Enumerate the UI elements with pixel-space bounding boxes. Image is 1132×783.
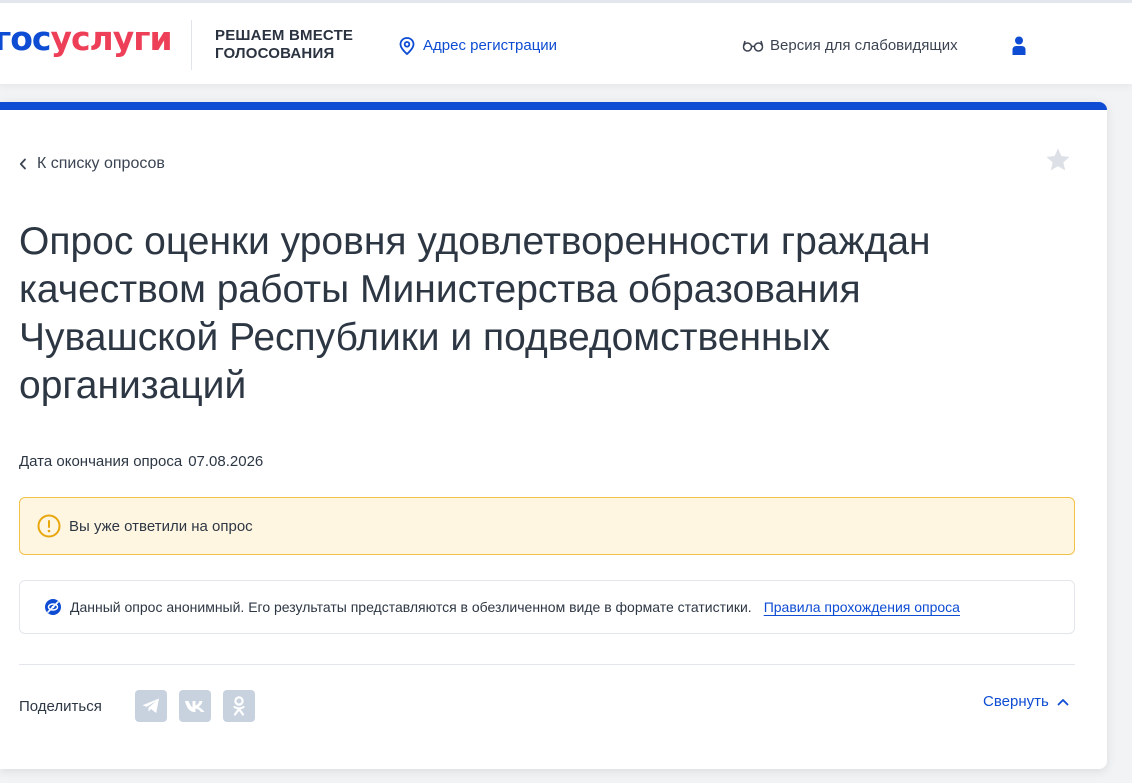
project-name-line-2: ГОЛОСОВАНИЯ	[215, 45, 335, 62]
collapse-label: Свернуть	[983, 693, 1049, 710]
address-label: Адрес регистрации	[423, 37, 558, 54]
project-name[interactable]: РЕШАЕМ ВМЕСТЕ ГОЛОСОВАНИЯ	[215, 27, 353, 63]
survey-card: К списку опросов Опрос оценки уровня удо…	[0, 102, 1107, 769]
user-icon[interactable]	[1009, 35, 1029, 57]
logo-divider	[191, 20, 192, 70]
share-telegram-button[interactable]	[135, 690, 167, 722]
gosuslugi-logo[interactable]: госуслуги	[0, 17, 173, 61]
odnoklassniki-icon	[233, 696, 245, 716]
end-date-value: 07.08.2026	[188, 453, 264, 470]
already-answered-alert: Вы уже ответили на опрос	[19, 497, 1075, 555]
info-text: Данный опрос анонимный. Его результаты п…	[70, 599, 752, 615]
share-vk-button[interactable]	[179, 690, 211, 722]
anonymous-info: Данный опрос анонимный. Его результаты п…	[19, 580, 1075, 634]
exclamation-circle-icon	[37, 514, 61, 538]
end-date-label: Дата окончания опроса	[19, 453, 183, 470]
share-odnoklassniki-button[interactable]	[223, 690, 255, 722]
chevron-left-icon	[19, 158, 26, 170]
accessibility-label: Версия для слабовидящих	[770, 37, 958, 54]
alert-text: Вы уже ответили на опрос	[69, 517, 253, 535]
survey-end-date: Дата окончания опроса 07.08.2026	[19, 452, 263, 472]
location-pin-icon	[399, 37, 415, 55]
back-label: К списку опросов	[37, 155, 165, 172]
share-label: Поделиться	[19, 698, 102, 715]
chevron-up-icon	[1057, 699, 1069, 706]
logo-part-2: услуги	[50, 19, 172, 58]
survey-rules-link[interactable]: Правила прохождения опроса	[764, 599, 960, 615]
collapse-button[interactable]: Свернуть	[983, 692, 1069, 712]
site-header: госуслуги РЕШАЕМ ВМЕСТЕ ГОЛОСОВАНИЯ Адре…	[0, 0, 1132, 84]
eye-off-icon	[45, 599, 61, 615]
logo-part-1: гос	[0, 19, 51, 58]
back-to-surveys-link[interactable]: К списку опросов	[19, 154, 165, 174]
glasses-icon	[742, 40, 764, 52]
vk-icon	[185, 701, 205, 712]
section-divider	[19, 664, 1075, 665]
telegram-icon	[142, 698, 159, 713]
accessibility-button[interactable]: Версия для слабовидящих	[742, 36, 958, 56]
address-link[interactable]: Адрес регистрации	[399, 36, 557, 56]
survey-title: Опрос оценки уровня удовлетворенности гр…	[19, 220, 931, 407]
star-icon[interactable]	[1044, 146, 1072, 174]
project-name-line-1: РЕШАЕМ ВМЕСТЕ	[215, 27, 354, 44]
